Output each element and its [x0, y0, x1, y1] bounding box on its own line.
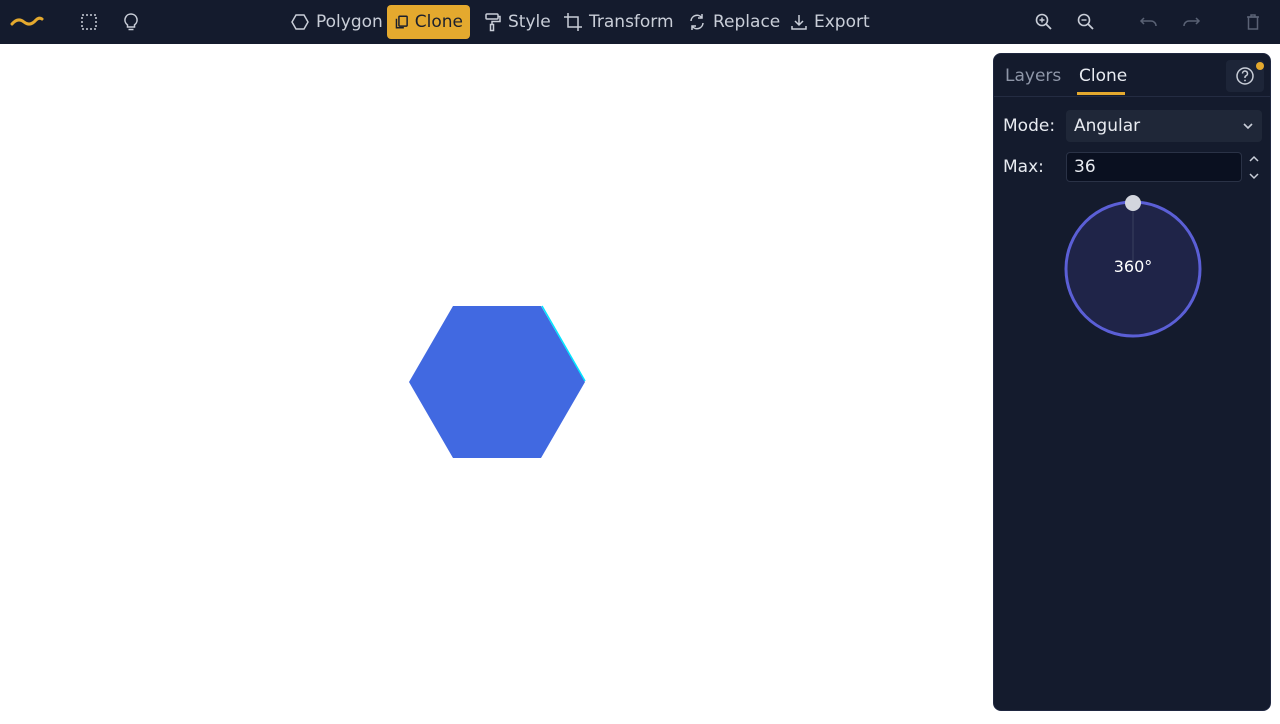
redo-icon[interactable] — [1180, 11, 1202, 33]
download-icon — [791, 15, 807, 30]
transform-tool-button[interactable]: Transform — [563, 6, 674, 38]
export-button[interactable]: Export — [790, 6, 870, 38]
panel-tabs: Layers Clone — [994, 54, 1270, 97]
clone-icon — [395, 15, 408, 29]
style-tool-label: Style — [508, 12, 551, 32]
active-tab-underline — [1077, 92, 1125, 95]
notification-dot — [1256, 62, 1264, 70]
select-marquee-icon[interactable] — [78, 11, 100, 33]
help-icon — [1236, 67, 1254, 85]
drawing-canvas[interactable] — [0, 44, 993, 720]
max-label: Max: — [1003, 157, 1044, 177]
canvas-svg — [409, 305, 586, 458]
replace-tool-label: Replace — [713, 12, 781, 32]
lightbulb-icon[interactable] — [120, 11, 142, 33]
undo-icon[interactable] — [1138, 11, 1160, 33]
angle-dial-handle[interactable] — [1125, 195, 1141, 211]
tab-layers[interactable]: Layers — [1005, 66, 1061, 86]
transform-tool-label: Transform — [589, 12, 674, 32]
replace-icon — [690, 14, 704, 30]
export-label: Export — [814, 12, 870, 32]
angle-value-label: 360° — [1113, 257, 1153, 276]
transform-icon — [564, 13, 582, 31]
zoom-out-icon[interactable] — [1075, 11, 1097, 33]
mode-select[interactable]: Angular — [1066, 110, 1262, 142]
app-logo-icon[interactable] — [10, 11, 44, 33]
max-input[interactable]: 36 — [1066, 152, 1242, 182]
zoom-in-icon[interactable] — [1033, 11, 1055, 33]
paint-roller-icon — [485, 13, 501, 32]
tab-clone[interactable]: Clone — [1079, 66, 1127, 86]
hexagon-outline-icon — [291, 14, 309, 30]
number-stepper-icon[interactable] — [1248, 154, 1260, 182]
chevron-down-icon — [1243, 123, 1253, 130]
top-toolbar: Polygon Clone Style Transform Replace Ex… — [0, 0, 1280, 44]
mode-label: Mode: — [1003, 116, 1056, 136]
trash-icon[interactable] — [1242, 11, 1264, 33]
max-input-value: 36 — [1074, 157, 1096, 177]
replace-tool-button[interactable]: Replace — [687, 6, 780, 38]
style-tool-button[interactable]: Style — [484, 6, 551, 38]
clone-panel: Layers Clone Mode: Angular Max: 36 360° — [993, 53, 1271, 711]
clone-tool-label: Clone — [414, 12, 463, 32]
hexagon-shape[interactable] — [409, 306, 585, 458]
clone-tool-button[interactable]: Clone — [387, 5, 470, 39]
mode-select-value: Angular — [1074, 116, 1141, 136]
polygon-tool-label: Polygon — [316, 12, 383, 32]
polygon-tool-button[interactable]: Polygon — [290, 6, 383, 38]
